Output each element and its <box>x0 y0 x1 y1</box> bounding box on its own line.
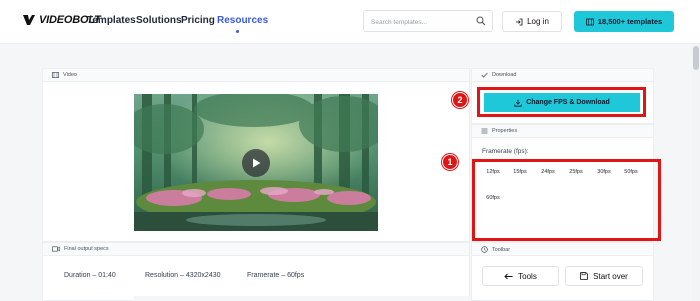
nav-link-templates[interactable]: Templates <box>87 15 136 26</box>
play-icon <box>252 158 260 168</box>
video-camera-icon <box>52 246 60 252</box>
videobolt-logo-icon <box>23 15 35 25</box>
annotation-badge-1: 1 <box>442 154 458 170</box>
scrollbar-thumb[interactable] <box>693 46 699 70</box>
annotation-badge-2: 2 <box>452 92 468 108</box>
highlight-download-button <box>477 87 646 117</box>
specs-panel-title: Final output specs <box>64 246 109 252</box>
spec-framerate: Framerate – 60fps <box>247 272 305 279</box>
film-icon <box>52 72 59 78</box>
save-icon <box>580 272 588 280</box>
search-icon[interactable] <box>476 16 486 26</box>
login-icon <box>516 18 523 25</box>
arrow-left-icon <box>504 273 513 279</box>
start-over-label: Start over <box>593 271 628 281</box>
framerate-label: Framerate (fps): <box>482 148 529 155</box>
templates-count-label: 18,500+ templates <box>597 17 663 26</box>
nav-link-resources[interactable]: Resources <box>217 15 268 26</box>
templates-count-button[interactable]: 18,500+ templates <box>574 11 674 32</box>
properties-panel-title: Properties <box>492 128 518 134</box>
login-button[interactable]: Log in <box>502 11 562 32</box>
toolbar-panel-title: Toolbar <box>492 246 511 253</box>
play-button[interactable] <box>242 149 270 177</box>
clock-icon <box>481 246 488 253</box>
login-label: Log in <box>527 17 549 26</box>
video-panel-header: Video <box>52 72 77 78</box>
video-panel-header-bar <box>42 68 470 82</box>
list-icon <box>481 128 488 134</box>
search-input[interactable] <box>371 12 471 33</box>
spec-duration: Duration – 01:40 <box>64 272 116 279</box>
properties-panel-header: Properties <box>481 128 517 134</box>
active-link-indicator <box>236 30 239 33</box>
tools-label: Tools <box>518 271 537 281</box>
specs-panel-header: Final output specs <box>52 246 109 252</box>
highlight-fps-options <box>472 159 661 241</box>
download-panel-header: Download <box>481 72 516 78</box>
toolbar-panel-header: Toolbar <box>481 246 510 253</box>
download-panel-title: Download <box>492 72 517 78</box>
page-scrollbar[interactable] <box>692 44 700 301</box>
spec-resolution: Resolution – 4320x2430 <box>145 272 221 279</box>
specs-footer-strip <box>134 296 470 301</box>
top-nav: VIDEOBOLT Templates Solutions Pricing Re… <box>0 0 700 44</box>
film-icon <box>585 18 594 25</box>
check-icon <box>481 72 488 78</box>
search-box <box>363 10 493 33</box>
video-panel-title: Video <box>63 72 77 78</box>
start-over-button[interactable]: Start over <box>565 266 643 286</box>
nav-link-pricing[interactable]: Pricing <box>181 15 215 26</box>
tools-button[interactable]: Tools <box>482 266 559 286</box>
nav-link-solutions[interactable]: Solutions <box>136 15 182 26</box>
